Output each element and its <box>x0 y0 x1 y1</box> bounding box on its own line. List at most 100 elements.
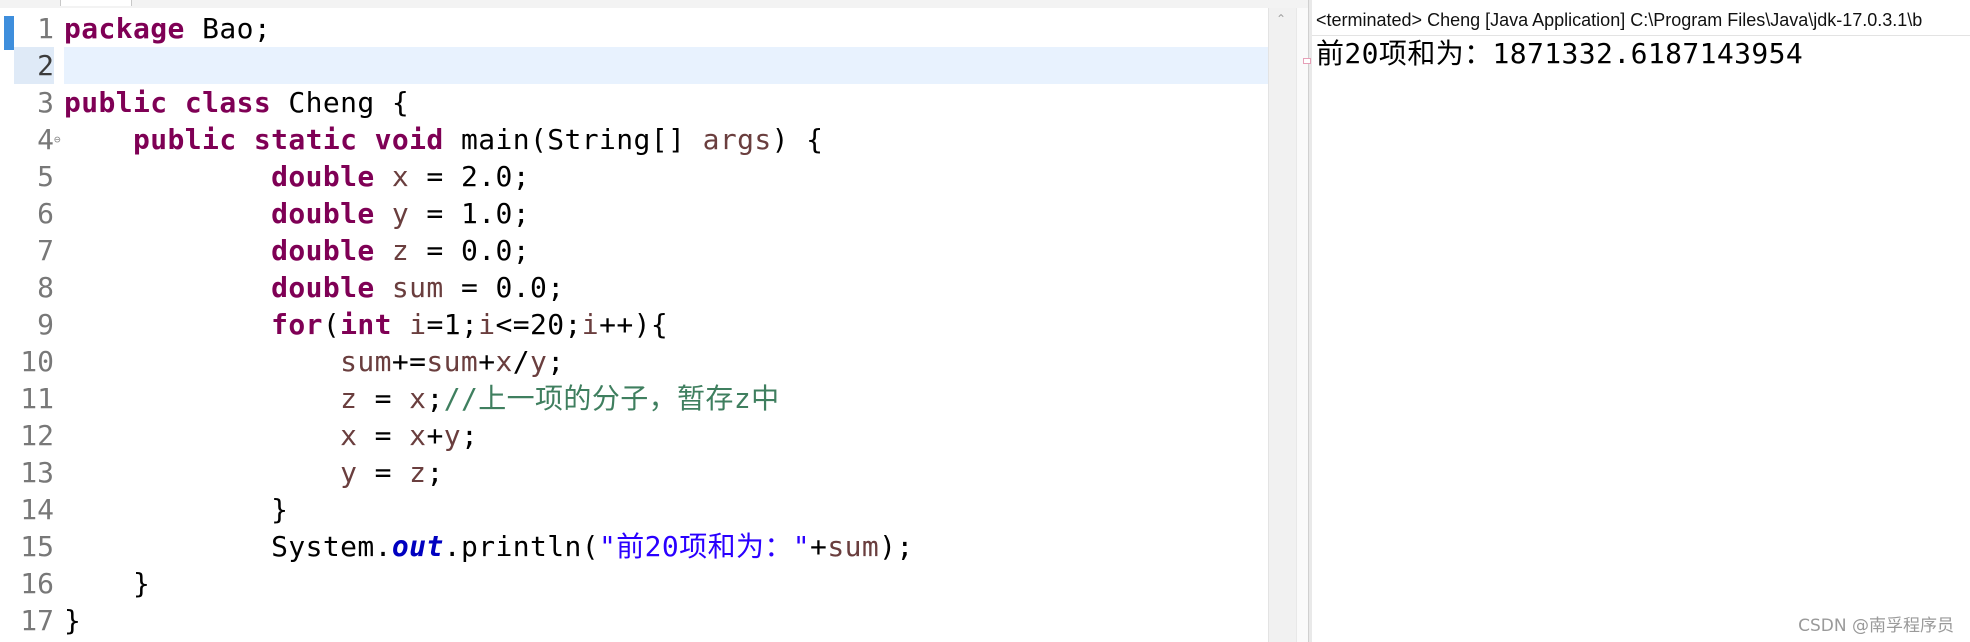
code-token: + <box>478 345 496 378</box>
code-token: x <box>409 382 427 415</box>
editor-tab[interactable] <box>60 0 132 6</box>
code-line[interactable]: public static void main(String[] args) { <box>64 121 823 158</box>
code-token: = <box>357 456 410 489</box>
code-token: += <box>391 345 427 378</box>
code-line[interactable]: double z = 0.0; <box>64 232 530 269</box>
line-number: 9 <box>37 308 54 341</box>
code-editor[interactable]: 1 2 3 4 ⊖ 5 6 7 8 9 10 11 12 13 14 15 16 17 package Bao; p… <box>0 8 1268 642</box>
code-token: x <box>409 419 427 452</box>
code-token: y <box>340 456 358 489</box>
line-number: 12 <box>20 419 54 452</box>
line-number-gutter: 1 2 3 4 ⊖ 5 6 7 8 9 10 11 12 13 14 15 16 17 <box>14 8 61 642</box>
line-number: 16 <box>20 567 54 600</box>
code-line[interactable]: z = x;//上一项的分子，暂存z中 <box>64 380 779 417</box>
code-token: ) { <box>771 123 824 156</box>
code-line[interactable]: sum+=sum+x/y; <box>64 343 565 380</box>
code-token: = 0.0; <box>443 271 565 304</box>
code-token: + <box>426 419 444 452</box>
code-area[interactable]: package Bao; public class Cheng { public … <box>64 8 1268 642</box>
code-token: sum <box>827 530 880 563</box>
code-line[interactable]: double sum = 0.0; <box>64 269 565 306</box>
code-line[interactable]: System.out.println("前20项和为："+sum); <box>64 528 914 565</box>
code-line[interactable]: } <box>64 602 81 639</box>
watermark: CSDN @南孚程序员 <box>1798 616 1954 636</box>
code-token: double <box>271 234 375 267</box>
code-token: i <box>581 308 600 341</box>
code-token: y <box>443 419 461 452</box>
code-line[interactable]: double x = 2.0; <box>64 158 530 195</box>
code-token: sum <box>426 345 479 378</box>
code-token: void <box>374 123 444 156</box>
editor-scrollbar[interactable]: ⌃ <box>1268 8 1297 642</box>
code-token: } <box>64 567 151 600</box>
change-marker <box>4 16 14 50</box>
code-token: int <box>340 308 392 341</box>
code-token: } <box>64 493 289 526</box>
line-number: 5 <box>37 160 54 193</box>
code-token: double <box>271 271 375 304</box>
code-token: x <box>391 160 410 193</box>
code-token: System. <box>64 530 392 563</box>
line-number: 11 <box>20 382 54 415</box>
code-token: main(String[] <box>443 123 703 156</box>
code-line[interactable]: y = z; <box>64 454 444 491</box>
line-number: 15 <box>20 530 54 563</box>
line-number: 2 <box>14 47 54 84</box>
code-token: ; <box>547 345 565 378</box>
code-line[interactable]: double y = 1.0; <box>64 195 530 232</box>
scroll-up-icon[interactable]: ⌃ <box>1276 12 1286 26</box>
line-number: 1 <box>37 12 54 45</box>
code-token: = <box>357 419 410 452</box>
code-token: public <box>133 123 237 156</box>
code-token: public <box>64 86 168 119</box>
code-line[interactable]: for(int i=1;i<=20;i++){ <box>64 306 668 343</box>
line-number: 7 <box>37 234 54 267</box>
code-token: for <box>271 308 323 341</box>
console-view[interactable]: <terminated> Cheng [Java Application] C:… <box>1303 0 1970 642</box>
console-header: <terminated> Cheng [Java Application] C:… <box>1312 0 1970 36</box>
code-line[interactable]: } <box>64 565 150 602</box>
code-token: ++){ <box>599 308 669 341</box>
code-token: sum <box>340 345 392 378</box>
code-line[interactable]: package Bao; <box>64 10 271 47</box>
code-token: } <box>64 604 82 637</box>
line-number: 4 <box>37 123 54 156</box>
code-token: i <box>478 308 496 341</box>
code-token: out <box>391 530 444 563</box>
line-number: 17 <box>20 604 54 637</box>
fold-toggle-icon[interactable]: ⊖ <box>54 121 61 158</box>
code-token: i <box>409 308 427 341</box>
code-line[interactable]: public class Cheng { <box>64 84 409 121</box>
console-marker <box>1303 58 1311 64</box>
code-token: = <box>357 382 410 415</box>
line-number: 6 <box>37 197 54 230</box>
code-token: ; <box>426 382 444 415</box>
code-token: + <box>810 530 828 563</box>
code-line[interactable]: } <box>64 491 288 528</box>
code-line[interactable]: x = x+y; <box>64 417 478 454</box>
code-token: args <box>702 123 772 156</box>
code-token: = 1.0; <box>409 197 530 230</box>
code-token: z <box>391 234 410 267</box>
code-token: "前20项和为：" <box>599 530 811 563</box>
code-token: x <box>340 419 358 452</box>
code-token: / <box>512 345 530 378</box>
code-token: ); <box>879 530 914 563</box>
line-number: 13 <box>20 456 54 489</box>
code-token: ; <box>426 456 444 489</box>
console-output[interactable]: 前20项和为：1871332.6187143954 <box>1316 34 1803 74</box>
code-token: Cheng { <box>271 86 410 119</box>
code-token: y <box>391 197 410 230</box>
